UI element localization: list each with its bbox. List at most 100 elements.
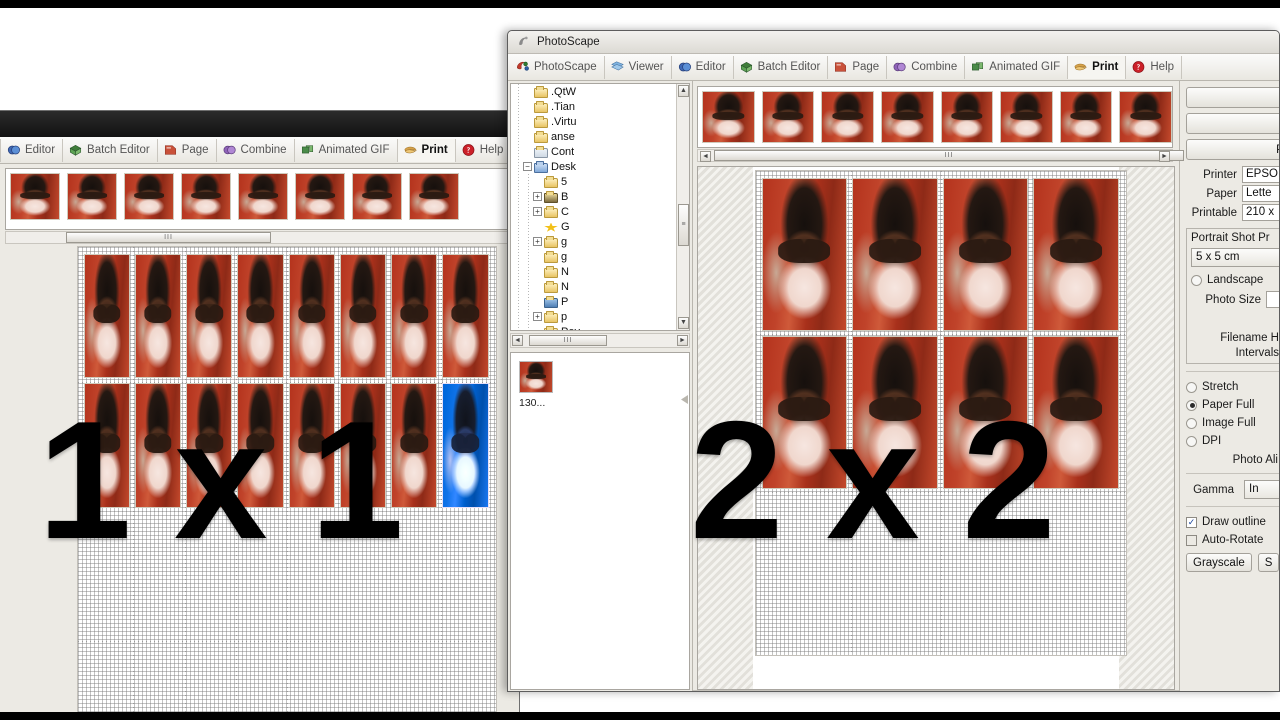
tree-item-1[interactable]: .Tian — [511, 99, 676, 114]
scroll-left-icon[interactable]: ◄ — [512, 335, 523, 346]
scroll-down-icon[interactable]: ▼ — [678, 317, 689, 329]
scroll-right-icon[interactable]: ► — [1159, 151, 1170, 162]
tab-editor[interactable]: Editor — [672, 55, 734, 79]
photo-size-row[interactable]: Photo Size — [1191, 291, 1279, 308]
auto-rotate-checkbox[interactable]: Auto-Rotate — [1186, 531, 1279, 549]
background-film-strip[interactable] — [5, 168, 513, 230]
printer-value[interactable]: EPSO — [1242, 166, 1279, 183]
tree-item-5[interactable]: − Desk — [511, 159, 676, 174]
printer-row[interactable]: Printer EPSO — [1186, 165, 1279, 184]
collapse-icon[interactable]: − — [523, 162, 532, 171]
film-strip-thumbnail[interactable] — [295, 173, 345, 220]
tab-page[interactable]: Page — [158, 138, 217, 162]
film-strip[interactable] — [697, 86, 1173, 148]
print-cell[interactable] — [83, 253, 130, 378]
tab-animated-gif[interactable]: Animated GIF — [295, 138, 398, 162]
fit-mode-paper-full[interactable]: Paper Full — [1186, 396, 1279, 414]
gamma-value-input[interactable]: In — [1244, 480, 1279, 499]
tree-item-15[interactable]: + p — [511, 309, 676, 324]
tab-photoscape[interactable]: PhotoScape — [510, 55, 605, 79]
scrollbar-thumb[interactable]: III — [529, 335, 607, 346]
printable-row[interactable]: Printable 210 x — [1186, 203, 1279, 222]
photoscape-window[interactable]: PhotoScape PhotoScape Viewer Editor Batch E… — [507, 30, 1280, 692]
tree-item-13[interactable]: N — [511, 279, 676, 294]
print-setup-button[interactable]: Print Se — [1186, 139, 1279, 160]
collapse-pane-icon[interactable] — [681, 395, 688, 404]
print-cell[interactable] — [186, 253, 233, 378]
tab-print[interactable]: Print — [397, 138, 456, 162]
film-strip-thumbnail[interactable] — [352, 173, 402, 220]
thumbnail-browser[interactable]: 130... — [510, 352, 690, 690]
film-strip-thumbnail[interactable] — [702, 91, 755, 143]
print-cell[interactable] — [442, 253, 489, 378]
tab-print[interactable]: Print — [1068, 55, 1127, 79]
print-cell[interactable] — [339, 253, 386, 378]
gamma-row[interactable]: Gamma In — [1186, 480, 1279, 499]
bottom-button-row[interactable]: Grayscale S — [1186, 553, 1279, 572]
fit-mode-stretch[interactable]: Stretch — [1186, 378, 1279, 396]
landscape-radio[interactable]: Landscape — [1191, 271, 1279, 289]
background-film-strip-scrollbar[interactable]: III — [5, 231, 513, 244]
tab-editor[interactable]: Editor — [1, 138, 64, 162]
intervals-row[interactable]: Intervals — [1191, 347, 1279, 359]
print-cell-selected[interactable] — [442, 383, 489, 508]
photo-size-input[interactable] — [1266, 291, 1279, 308]
tab-animated-gif[interactable]: Animated GIF — [965, 55, 1069, 79]
extra-button[interactable]: S — [1257, 553, 1279, 572]
print-cell[interactable] — [852, 177, 938, 331]
tree-item-6[interactable]: 5 — [511, 174, 676, 189]
expand-icon[interactable]: + — [533, 192, 542, 201]
tree-item-8[interactable]: + C — [511, 204, 676, 219]
folder-tree-panel[interactable]: .QtW .Tian .Virtu anse Cont − Desk 5 + B + C G + g g N N P… — [510, 83, 690, 331]
checkbox-indicator[interactable] — [1186, 534, 1197, 546]
photo-align-row[interactable]: Photo Ali — [1186, 454, 1279, 466]
film-strip-thumbnail[interactable] — [940, 91, 994, 143]
tree-item-12[interactable]: N — [511, 264, 676, 279]
tab-batch-editor[interactable]: Batch Editor — [734, 55, 829, 79]
expand-icon[interactable]: + — [533, 237, 542, 246]
film-strip-thumbnail[interactable] — [124, 173, 174, 220]
tree-item-7[interactable]: + B — [511, 189, 676, 204]
film-strip-thumbnail[interactable] — [880, 91, 934, 143]
tab-page[interactable]: Page — [828, 55, 888, 79]
print-cell[interactable] — [288, 253, 335, 378]
film-strip-thumbnail[interactable] — [761, 91, 815, 143]
add-button[interactable]: Ad — [1186, 87, 1279, 108]
tab-combine[interactable]: Combine — [217, 138, 295, 162]
printable-value[interactable]: 210 x — [1242, 204, 1279, 221]
film-strip-thumbnail[interactable] — [1119, 91, 1172, 143]
radio-indicator[interactable] — [1186, 381, 1197, 393]
paper-value[interactable]: Lette — [1242, 185, 1279, 202]
scrollbar-thumb[interactable]: III — [714, 150, 1184, 161]
radio-indicator[interactable] — [1186, 435, 1197, 447]
tree-item-11[interactable]: g — [511, 249, 676, 264]
scroll-right-icon[interactable]: ► — [677, 335, 688, 346]
expand-icon[interactable]: + — [533, 312, 542, 321]
filename-header-row[interactable]: Filename H — [1191, 332, 1279, 344]
print-cell[interactable] — [134, 253, 181, 378]
grayscale-button[interactable]: Grayscale — [1186, 553, 1252, 572]
tree-item-10[interactable]: + g — [511, 234, 676, 249]
scrollbar-thumb[interactable]: ≡ — [678, 204, 689, 246]
list-item[interactable]: 130... — [519, 361, 555, 409]
tree-item-9[interactable]: G — [511, 219, 676, 234]
folder-tree-scrollbar[interactable]: ▲ ≡ ▼ — [676, 84, 689, 330]
print-cell[interactable] — [942, 177, 1028, 331]
main-tabbar[interactable]: PhotoScape Viewer Editor Batch Editor Page Co… — [508, 54, 1279, 81]
print-cell[interactable] — [1033, 177, 1119, 331]
film-strip-thumbnail[interactable] — [821, 91, 874, 143]
background-window-titlebar[interactable] — [0, 111, 519, 137]
print-cell[interactable] — [761, 177, 847, 331]
background-window-tabbar[interactable]: verEditorBatch EditorPageCombineAnimated… — [0, 137, 519, 164]
draw-outline-checkbox[interactable]: ✓ Draw outline — [1186, 513, 1279, 531]
tree-item-3[interactable]: anse — [511, 129, 676, 144]
tree-item-16[interactable]: Pev — [511, 324, 676, 330]
checkbox-indicator-checked[interactable]: ✓ — [1186, 516, 1197, 528]
folder-tree[interactable]: .QtW .Tian .Virtu anse Cont − Desk 5 + B + C G + g g N N P… — [511, 84, 676, 330]
tree-item-0[interactable]: .QtW — [511, 84, 676, 99]
scroll-left-icon[interactable]: ◄ — [700, 151, 711, 162]
print-cell[interactable] — [391, 253, 438, 378]
radio-indicator-selected[interactable] — [1186, 399, 1197, 411]
tree-item-14[interactable]: P — [511, 294, 676, 309]
folder-tree-hscrollbar[interactable]: ◄ III ► — [510, 333, 690, 348]
